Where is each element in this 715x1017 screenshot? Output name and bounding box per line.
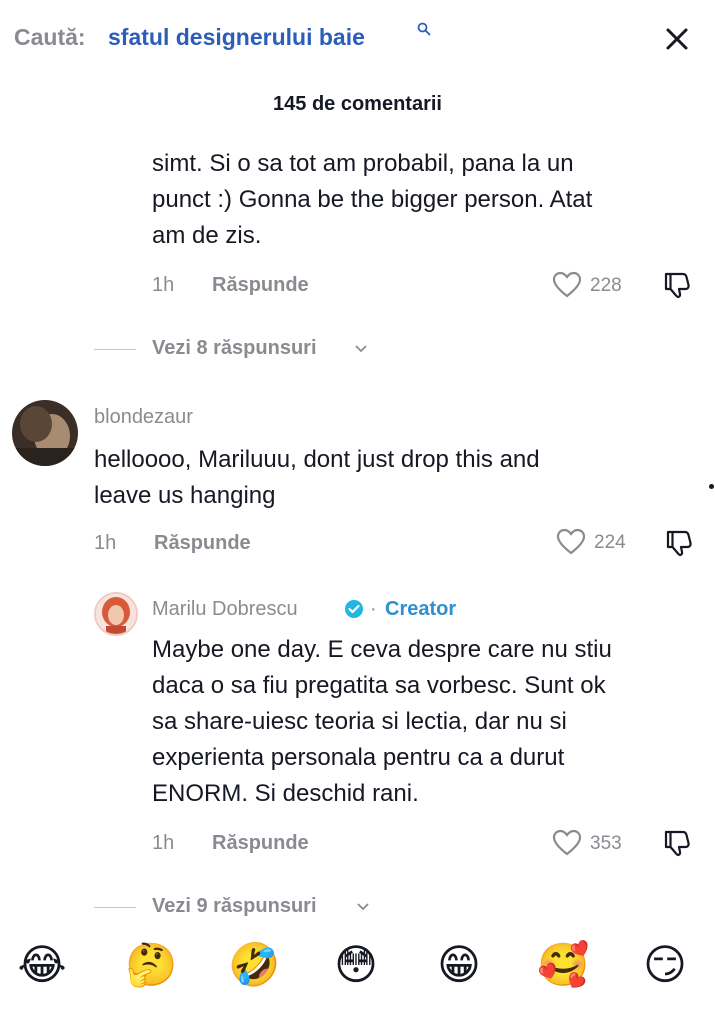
search-query-link[interactable]: sfatul designerului baie bbox=[108, 24, 365, 51]
reply-text-line: Maybe one day. E ceva despre care nu sti… bbox=[152, 636, 612, 663]
avatar-image bbox=[12, 400, 78, 466]
comment-text-line: punct :) Gonna be the bigger person. Ata… bbox=[152, 186, 593, 213]
comment-text-line: helloooo, Mariluuu, dont just drop this … bbox=[94, 446, 540, 473]
dislike-icon[interactable] bbox=[662, 270, 692, 300]
reply-button[interactable]: Răspunde bbox=[212, 832, 309, 855]
comment-text-line: simt. Si o sa tot am probabil, pana la u… bbox=[152, 150, 574, 177]
like-count: 228 bbox=[590, 275, 622, 296]
creator-badge: Creator bbox=[385, 598, 457, 620]
close-icon[interactable] bbox=[662, 24, 692, 54]
avatar[interactable] bbox=[12, 400, 78, 466]
comment-time: 1h bbox=[94, 532, 117, 554]
view-replies-button[interactable]: Vezi 8 răspunsuri bbox=[94, 337, 394, 361]
emoji-smirk[interactable]: 😏 bbox=[640, 940, 690, 990]
view-replies-label: Vezi 9 răspunsuri bbox=[152, 895, 317, 917]
heart-icon[interactable] bbox=[552, 829, 582, 857]
emoji-thinking[interactable]: 🤔 bbox=[125, 940, 177, 990]
search-label: Caută: bbox=[14, 24, 86, 50]
comment-time: 1h bbox=[152, 274, 175, 296]
emoji-tears-of-joy[interactable]: 😂 bbox=[17, 940, 67, 990]
view-replies-label: Vezi 8 răspunsuri bbox=[152, 337, 317, 359]
divider-line bbox=[94, 907, 136, 908]
chevron-down-icon bbox=[355, 345, 367, 353]
reply-button[interactable]: Răspunde bbox=[212, 274, 309, 297]
emoji-quick-bar: 😂 🤔 🤣 😳 😁 🥰 😏 bbox=[0, 930, 715, 1017]
view-replies-button[interactable]: Vezi 9 răspunsuri bbox=[94, 895, 394, 919]
search-header: Caută: sfatul designerului baie bbox=[0, 0, 715, 78]
divider-line bbox=[94, 349, 136, 350]
reply-username[interactable]: Marilu Dobrescu bbox=[152, 598, 298, 621]
comment-count: 145 de comentarii bbox=[273, 93, 442, 115]
emoji-flushed[interactable]: 😳 bbox=[331, 940, 381, 990]
reply-text-line: ENORM. Si deschid rani. bbox=[152, 780, 419, 807]
comment-text-line: leave us hanging bbox=[94, 482, 276, 509]
chevron-down-icon bbox=[357, 903, 369, 911]
comment-text-line: am de zis. bbox=[152, 222, 262, 249]
dislike-icon[interactable] bbox=[664, 528, 694, 558]
reply-button[interactable]: Răspunde bbox=[154, 532, 251, 555]
search-icon bbox=[417, 22, 431, 36]
like-count: 353 bbox=[590, 833, 622, 854]
dislike-icon[interactable] bbox=[662, 828, 692, 858]
comment-username[interactable]: blondezaur bbox=[94, 406, 193, 429]
reply-text-line: daca o sa fiu pregatita sa vorbesc. Sunt… bbox=[152, 672, 606, 699]
like-count: 224 bbox=[594, 532, 626, 553]
heart-icon[interactable] bbox=[552, 271, 582, 299]
reply-time: 1h bbox=[152, 832, 175, 854]
emoji-smiling-hearts[interactable]: 🥰 bbox=[537, 940, 589, 990]
separator-dot: · bbox=[370, 598, 377, 620]
heart-icon[interactable] bbox=[556, 528, 586, 556]
verified-icon bbox=[345, 600, 363, 618]
avatar-image bbox=[96, 594, 136, 634]
reply-text-line: sa share-uiesc teoria si lectia, dar nu … bbox=[152, 708, 567, 735]
avatar[interactable] bbox=[94, 592, 138, 636]
emoji-rolling-laughing[interactable]: 🤣 bbox=[228, 940, 280, 990]
reply-text-line: experienta personala pentru ca a durut bbox=[152, 744, 565, 771]
scroll-indicator bbox=[709, 484, 714, 489]
emoji-grinning[interactable]: 😁 bbox=[434, 940, 484, 990]
